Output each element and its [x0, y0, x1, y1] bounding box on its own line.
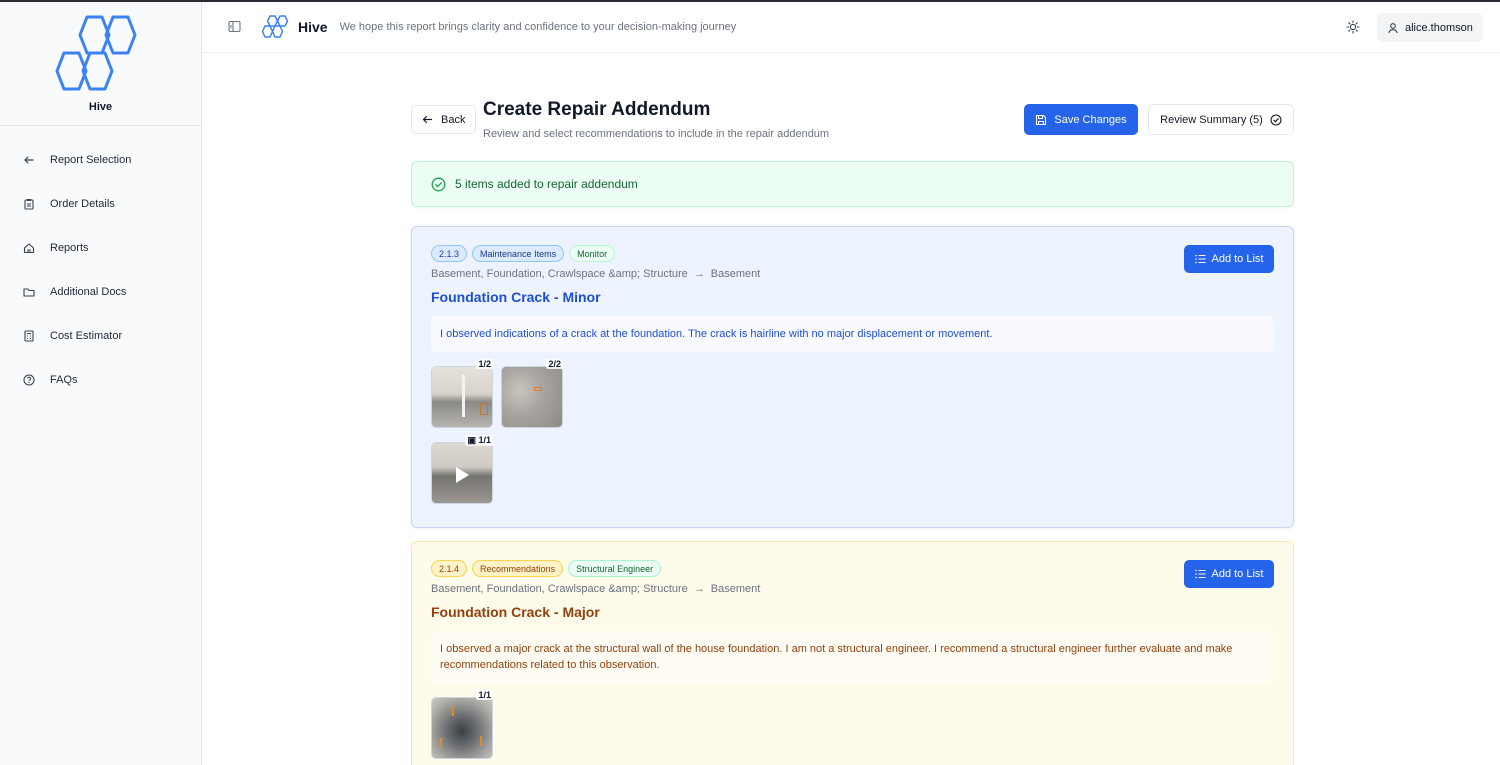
review-summary-button[interactable]: Review Summary (5): [1148, 104, 1294, 135]
back-button[interactable]: Back: [411, 105, 477, 134]
sidebar-brand[interactable]: Hive: [0, 2, 201, 126]
page-header: Back Create Repair Addendum Review and s…: [411, 53, 1294, 161]
folder-icon: [22, 285, 36, 299]
play-icon: [456, 467, 469, 483]
check-circle-icon: [1270, 113, 1282, 126]
photo-count: 2/2: [546, 359, 563, 369]
top-header: Hive We hope this report brings clarity …: [202, 2, 1500, 53]
sidebar-item-order-details[interactable]: Order Details: [0, 182, 201, 226]
user-menu-button[interactable]: alice.thomson: [1377, 13, 1483, 42]
sidebar-item-additional-docs[interactable]: Additional Docs: [0, 270, 201, 314]
video-count: ▣ 1/1: [465, 435, 493, 446]
breadcrumb-section: Basement, Foundation, Crawlspace &amp; S…: [431, 583, 688, 595]
card-title: Foundation Crack - Minor: [431, 289, 601, 305]
arrow-left-icon: [22, 153, 36, 167]
user-icon: [1387, 22, 1399, 34]
page-subtitle: Review and select recommendations to inc…: [483, 128, 830, 140]
sidebar: Hive Report Selection Order Details Repo…: [0, 2, 202, 765]
sidebar-item-report-selection[interactable]: Report Selection: [0, 138, 201, 182]
location-breadcrumb: Basement, Foundation, Crawlspace &amp; S…: [431, 268, 1274, 280]
tag-list: 2.1.4 Recommendations Structural Enginee…: [431, 560, 1274, 577]
photo-thumbnail[interactable]: 1/1: [431, 690, 493, 759]
breadcrumb-location: Basement: [710, 583, 761, 595]
video-image: [431, 442, 493, 504]
sidebar-toggle-icon[interactable]: [228, 20, 242, 34]
video-count-value: 1/1: [478, 435, 491, 445]
save-changes-button[interactable]: Save Changes: [1024, 104, 1138, 135]
status-badge: Monitor: [569, 245, 616, 262]
item-number-badge: 2.1.4: [431, 560, 468, 577]
photo-thumbnail[interactable]: 1/2: [431, 359, 493, 428]
sidebar-item-label: FAQs: [50, 374, 78, 386]
breadcrumb-location: Basement: [710, 268, 761, 280]
item-number-badge: 2.1.3: [431, 245, 468, 262]
add-label: Add to List: [1211, 568, 1264, 580]
sidebar-item-label: Order Details: [50, 198, 115, 210]
breadcrumb-section: Basement, Foundation, Crawlspace &amp; S…: [431, 268, 688, 280]
photo-image: [431, 366, 493, 428]
sidebar-item-label: Report Selection: [50, 154, 132, 166]
photo-image: [501, 366, 563, 428]
photo-gallery: 1/1: [431, 690, 1274, 759]
addendum-panel: Back Create Repair Addendum Review and s…: [411, 53, 1294, 765]
success-banner: 5 items added to repair addendum: [411, 161, 1294, 207]
add-to-list-button[interactable]: Add to List: [1184, 245, 1274, 273]
category-badge: Recommendations: [472, 560, 564, 577]
photo-count: 1/1: [476, 690, 493, 700]
brand-name: Hive: [88, 101, 113, 113]
clipboard-icon: [22, 197, 36, 211]
add-to-list-button[interactable]: Add to List: [1184, 560, 1274, 588]
user-name: alice.thomson: [1405, 21, 1473, 34]
sidebar-item-label: Reports: [50, 242, 89, 254]
header-tagline: We hope this report brings clarity and c…: [339, 21, 737, 33]
photo-image: [431, 697, 493, 759]
back-label: Back: [441, 113, 466, 126]
video-thumbnail[interactable]: ▣ 1/1: [431, 435, 493, 504]
sidebar-item-reports[interactable]: Reports: [0, 226, 201, 270]
category-badge: Maintenance Items: [472, 245, 565, 262]
recommendation-card: 2.1.4 Recommendations Structural Enginee…: [411, 541, 1294, 765]
save-label: Save Changes: [1054, 113, 1127, 126]
hive-logo-icon: [260, 15, 290, 39]
location-breadcrumb: Basement, Foundation, Crawlspace &amp; S…: [431, 583, 1274, 595]
main-content: Back Create Repair Addendum Review and s…: [202, 53, 1500, 765]
video-gallery: ▣ 1/1: [431, 435, 1274, 504]
check-circle-icon: [431, 177, 446, 192]
calculator-icon: [22, 329, 36, 343]
page-title: Create Repair Addendum: [483, 99, 711, 120]
tag-list: 2.1.3 Maintenance Items Monitor: [431, 245, 1274, 262]
list-icon: [1194, 569, 1206, 579]
sidebar-nav: Report Selection Order Details Reports A…: [0, 126, 201, 402]
breadcrumb-arrow: →: [693, 268, 705, 280]
arrow-left-icon: [422, 114, 433, 125]
hive-logo-icon: [53, 14, 149, 97]
status-badge: Structural Engineer: [568, 560, 662, 577]
card-description: I observed indications of a crack at the…: [431, 316, 1274, 352]
review-label: Review Summary (5): [1160, 113, 1263, 126]
photo-count: 1/2: [476, 359, 493, 369]
sidebar-item-cost-estimator[interactable]: Cost Estimator: [0, 314, 201, 358]
sun-icon[interactable]: [1346, 20, 1362, 36]
help-circle-icon: [22, 373, 36, 387]
recommendation-card: 2.1.3 Maintenance Items Monitor Basement…: [411, 226, 1294, 528]
photo-thumbnail[interactable]: 2/2: [501, 359, 563, 428]
card-title: Foundation Crack - Major: [431, 604, 600, 620]
home-icon: [22, 241, 36, 255]
header-app-name: Hive: [298, 19, 328, 35]
list-icon: [1194, 254, 1206, 264]
film-icon: ▣: [467, 435, 479, 445]
sidebar-item-faqs[interactable]: FAQs: [0, 358, 201, 402]
save-icon: [1035, 114, 1047, 126]
sidebar-item-label: Additional Docs: [50, 286, 127, 298]
sidebar-item-label: Cost Estimator: [50, 330, 123, 342]
photo-gallery: 1/2 2/2: [431, 359, 1274, 428]
success-message: 5 items added to repair addendum: [455, 177, 638, 191]
card-description: I observed a major crack at the structur…: [431, 631, 1274, 683]
add-label: Add to List: [1211, 253, 1264, 265]
breadcrumb-arrow: →: [693, 583, 705, 595]
